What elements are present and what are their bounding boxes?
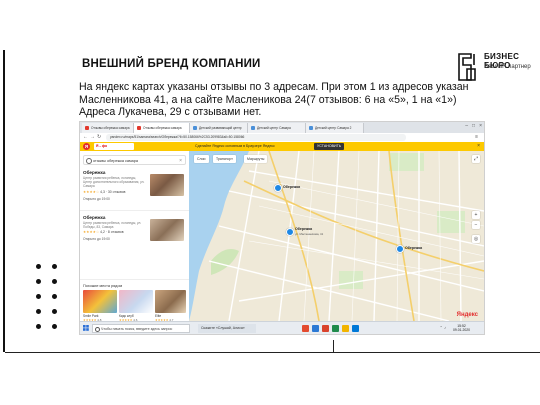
map-transport-button[interactable]: Транспорт (213, 155, 236, 163)
result-card[interactable]: Обережка Центр развития ребенка, логопед… (83, 170, 186, 201)
slide-top-band (0, 0, 540, 48)
browser-tab[interactable]: Детский центр Самара (248, 123, 306, 133)
slide-title: ВНЕШНИЙ БРЕНД КОМПАНИИ (82, 58, 261, 70)
excel-icon[interactable] (332, 325, 339, 332)
city-map[interactable]: Слои Транспорт Маршруты ⤢ + − ◎ Обережка… (189, 151, 484, 321)
map-pin-label[interactable]: Обережка (295, 227, 312, 231)
site-tab-icon (309, 126, 313, 130)
clear-icon[interactable]: × (179, 156, 182, 166)
slide-tick-mark (333, 340, 334, 352)
windows-taskbar: Чтобы начать поиск, введите здесь запрос… (80, 321, 484, 334)
maximize-icon[interactable]: □ (472, 123, 475, 130)
back-icon[interactable]: ← (83, 134, 88, 141)
org-description: Центр развития ребенка, логопеды, Центр … (83, 176, 145, 189)
similar-place-photo[interactable] (83, 290, 117, 313)
org-photo[interactable] (150, 174, 184, 196)
map-pin-label[interactable]: Обережка (405, 246, 422, 250)
word-icon[interactable] (312, 325, 319, 332)
close-banner-icon[interactable]: × (477, 143, 480, 150)
minimize-icon[interactable]: – (465, 123, 468, 130)
brand-tagline: Ваш HR партнер (484, 64, 531, 70)
site-tab-icon (193, 126, 197, 130)
similar-place-photo[interactable] (155, 290, 186, 313)
similar-place-photo[interactable] (119, 290, 153, 313)
browser-tab[interactable]: Отзывы обережка самара (82, 123, 134, 133)
taskbar-search-input[interactable]: Чтобы начать поиск, введите здесь запрос (92, 324, 190, 333)
forward-icon[interactable]: → (90, 134, 95, 141)
browser-tabstrip: Отзывы обережка самара Отзывы обережка с… (80, 122, 484, 133)
yandex-browser-icon[interactable] (302, 325, 309, 332)
my-location-icon[interactable]: ◎ (472, 235, 480, 243)
taskbar-clock[interactable]: 15:52 09.01.2020 (453, 324, 470, 333)
yandex-tab-icon (85, 126, 89, 130)
site-tab-icon (251, 126, 255, 130)
close-window-icon[interactable]: × (479, 123, 482, 130)
decorative-dots (36, 264, 62, 334)
browser-tab[interactable]: Детский развивающий центр (190, 123, 248, 133)
yandex-promo-bar: Я Я ⎯ фо Сделайте Яндекс основным в Брау… (80, 142, 484, 151)
yandex-logo-icon: Я (83, 143, 90, 150)
zoom-in-icon[interactable]: + (472, 211, 480, 219)
similar-places-heading: Похожие места рядом (83, 284, 123, 288)
install-button[interactable]: УСТАНОВИТЬ (314, 143, 345, 150)
windows-start-icon[interactable] (83, 325, 89, 331)
browser-screenshot: Отзывы обережка самара Отзывы обережка с… (79, 121, 485, 335)
alice-voice-prompt[interactable]: Скажите «Слушай, Алиса» (198, 324, 256, 333)
map-canvas (189, 151, 484, 321)
mail-icon[interactable] (352, 325, 359, 332)
rating-stars-icon: ★★★★☆ (83, 230, 100, 235)
slide-bottom-band (0, 352, 540, 405)
yandex-tab-icon (137, 126, 141, 130)
org-hours: Открыто до 19:00 (83, 196, 110, 201)
map-pin-icon[interactable] (396, 245, 404, 253)
org-description: Центр развития ребенка, логопеды, ул. По… (83, 221, 142, 230)
result-card[interactable]: Обережка Центр развития ребенка, логопед… (83, 215, 186, 241)
fullscreen-icon[interactable]: ⤢ (472, 155, 480, 163)
org-photo[interactable] (150, 219, 184, 241)
slide-left-rule (3, 50, 5, 352)
map-pin-icon[interactable] (286, 228, 294, 236)
maps-search-input[interactable]: отзывы обережка самара × (83, 155, 186, 165)
map-layers-button[interactable]: Слои (194, 155, 209, 163)
slide-body-text: На яндекс картах указаны отзывы по 3 адр… (79, 81, 469, 119)
zoom-out-icon[interactable]: − (472, 221, 480, 229)
search-icon (86, 158, 92, 164)
system-tray-icon[interactable]: ⌃ ♪ (440, 325, 446, 330)
yandex-bar-search[interactable]: Я ⎯ фо (94, 143, 134, 150)
url-field[interactable]: yandex.ru/maps/51/samara/search/Обережка… (106, 134, 406, 141)
map-pin-icon[interactable] (274, 184, 282, 192)
search-results-sidebar: отзывы обережка самара × Обережка Центр … (80, 151, 190, 322)
divider (80, 210, 189, 211)
clock-date: 09.01.2020 (453, 328, 470, 333)
map-routes-button[interactable]: Маршруты (244, 155, 268, 163)
search-icon (95, 327, 100, 332)
reload-icon[interactable]: ↻ (97, 134, 101, 141)
slide-bottom-rule (5, 352, 540, 353)
browser-tab-active[interactable]: Отзывы обережка самара (134, 123, 190, 133)
divider (80, 279, 189, 280)
yandex-map-logo: Яндекс (456, 312, 478, 318)
browser-tab[interactable]: Детский центр Самара 2 (306, 123, 364, 133)
rating-stars-icon: ★★★★☆ (83, 189, 100, 194)
menu-icon[interactable]: ≡ (475, 134, 478, 141)
promo-banner-text: Сделайте Яндекс основным в Браузере Янде… (195, 144, 275, 148)
file-explorer-icon[interactable] (342, 325, 349, 332)
map-pin-address: ул. Масленникова, 41 (295, 232, 324, 236)
powerpoint-icon[interactable] (322, 325, 329, 332)
map-pin-label[interactable]: Обережка (283, 185, 300, 189)
business-bureau-logo (458, 53, 476, 81)
